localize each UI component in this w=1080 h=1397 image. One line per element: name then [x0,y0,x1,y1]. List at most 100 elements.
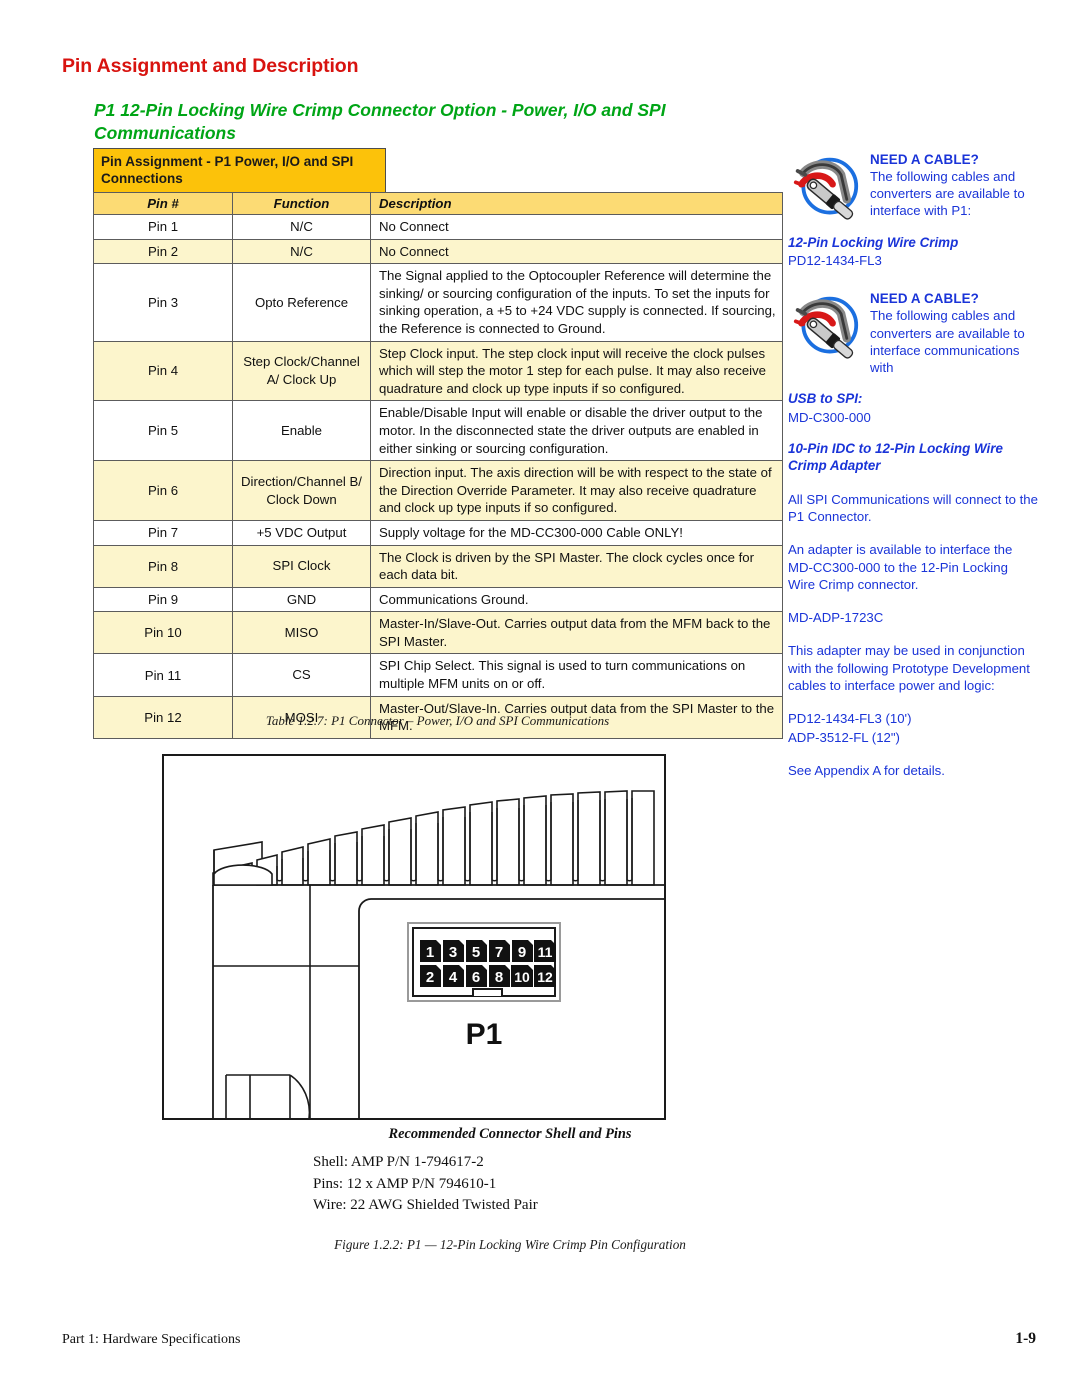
cell-pin: Pin 2 [93,238,233,265]
cable-connector-icon [788,154,864,222]
callout-text: The following cables and converters are … [870,169,1025,219]
svg-text:5: 5 [472,944,480,961]
connector-figure: 1 3 5 7 9 11 2 4 6 8 10 12 P1 [162,754,666,1120]
adapter-heading: 10-Pin IDC to 12-Pin Locking Wire Crimp … [788,440,1003,474]
page-title: Pin Assignment and Description [62,55,359,77]
table-row: Pin 8 SPI Clock The Clock is driven by the… [93,544,783,588]
cell-function: SPI Clock [232,544,371,588]
table-row: Pin 1 N/C No Connect [93,214,783,240]
document-page: Pin Assignment and Description P1 12-Pin… [0,0,1080,1397]
svg-text:9: 9 [518,944,526,961]
column-header-description: Description [370,192,783,215]
column-header-function: Function [232,192,371,215]
table-header-row: Pin # Function Description [93,192,783,215]
cell-description: No Connect [370,214,783,240]
cell-description: Communications Ground. [370,586,783,613]
shell-line: Shell: AMP P/N 1-794617-2 [313,1154,484,1170]
cell-function: GND [232,586,371,613]
sidebar-paragraph: An adapter is available to interface the… [788,542,1013,592]
table-row: Pin 3 Opto Reference The Signal applied to… [93,263,783,342]
cell-function: N/C [232,238,371,265]
shell-line: Pins: 12 x AMP P/N 794610-1 [313,1175,497,1192]
svg-text:7: 7 [495,944,503,961]
table-row: Pin 11 CS SPI Chip Select. This signal is … [93,653,783,697]
cell-description: Direction input. The axis direction will… [370,460,783,521]
cell-description: No Connect [370,238,783,265]
cell-pin: Pin 8 [93,544,233,588]
sidebar-paragraph: All SPI Communications will connect to t… [788,491,1038,524]
svg-text:8: 8 [495,969,503,986]
pin-assignment-table: Pin # Function Description Pin 1 N/C No Co… [93,192,783,739]
callout-body: NEED A CABLE? The following cables and c… [870,152,1038,220]
sidebar-paragraph: This adapter may be used in conjunction … [788,643,1030,694]
cell-pin: Pin 5 [93,400,233,462]
cell-function: N/C [232,214,371,240]
cell-pin: Pin 11 [93,653,233,697]
pin-assignment-table-wrapper: Pin Assignment - P1 Power, I/O and SPI C… [93,148,783,739]
cell-description: SPI Chip Select. This signal is used to … [370,653,783,697]
section-subtitle: P1 12-Pin Locking Wire Crimp Connector O… [94,100,666,143]
table-row: Pin 4 Step Clock/Channel A/ Clock Up Step … [93,340,783,402]
svg-text:3: 3 [449,944,457,961]
cell-description: The Clock is driven by the SPI Master. T… [370,544,783,588]
svg-text:4: 4 [449,969,458,986]
svg-text:11: 11 [538,944,553,960]
cell-function: MISO [232,611,371,655]
cell-pin: Pin 10 [93,611,233,655]
page-number: 1-9 [1015,1330,1036,1347]
cable-list-item: PD12-1434-FL3 (10') [788,711,912,727]
cable-connector-icon [788,293,864,361]
need-a-cable-callout-2: NEED A CABLE? The following cables and c… [788,291,1038,376]
cell-pin: Pin 4 [93,340,233,402]
cell-function: +5 VDC Output [232,519,371,546]
cell-pin: Pin 9 [93,586,233,613]
need-a-cable-callout-1: NEED A CABLE? The following cables and c… [788,152,1038,220]
cell-description: Master-In/Slave-Out. Carries output data… [370,611,783,655]
column-header-pin: Pin # [93,192,233,215]
cell-description: The Signal applied to the Optocoupler Re… [370,263,783,342]
table-title: Pin Assignment - P1 Power, I/O and SPI C… [93,148,386,192]
cell-description: Supply voltage for the MD-CC300-000 Cabl… [370,519,783,546]
table-body: Pin 1 N/C No Connect Pin 2 N/C No Connect Pi… [93,214,783,739]
table-row: Pin 6 Direction/Channel B/ Clock Down Dire… [93,460,783,521]
cell-function: Opto Reference [232,263,371,342]
usb-to-spi-value: MD-C300-000 [788,409,871,425]
cell-pin: Pin 1 [93,214,233,240]
svg-text:1: 1 [426,944,434,961]
table-caption: Table 1.2.7: P1 Connector – Power, I/O a… [265,713,610,728]
usb-to-spi-title: USB to SPI: [788,391,863,407]
svg-text:6: 6 [472,969,480,986]
cell-function: Enable [232,400,371,462]
table-row: Pin 10 MISO Master-In/Slave-Out. Carries o… [93,611,783,655]
sidebar: NEED A CABLE? The following cables and c… [788,152,1038,779]
cable-list-item: ADP-3512-FL (12") [788,729,900,745]
callout-body: NEED A CABLE? The following cables and c… [870,291,1038,376]
recommended-shell-title: Recommended Connector Shell and Pins [388,1126,632,1142]
cable-item-title: 12-Pin Locking Wire Crimp [788,234,959,250]
svg-text:12: 12 [537,969,553,985]
cell-function: CS [232,653,371,697]
cell-description: Step Clock input. The step clock input w… [370,340,783,402]
callout-text: The following cables and converters are … [870,308,1025,375]
figure-caption: Figure 1.2.2: P1 — 12-Pin Locking Wire C… [334,1237,686,1252]
see-appendix-note: See Appendix A for details. [788,762,945,778]
svg-text:10: 10 [514,969,530,985]
cell-pin: Pin 6 [93,460,233,521]
callout-heading: NEED A CABLE? [870,291,979,307]
cable-item-value: PD12-1434-FL3 [788,253,882,269]
callout-heading: NEED A CABLE? [870,152,979,167]
table-row: Pin 7 +5 VDC Output Supply voltage for the… [93,519,783,546]
cell-pin: Pin 3 [93,263,233,342]
cell-function: Direction/Channel B/ Clock Down [232,460,371,521]
cell-function: Step Clock/Channel A/ Clock Up [232,340,371,402]
shell-line: Wire: 22 AWG Shielded Twisted Pair [313,1197,538,1213]
table-row: Pin 2 N/C No Connect [93,238,783,265]
table-row: Pin 9 GND Communications Ground. [93,586,783,613]
footer-text: Part 1: Hardware Specifications [62,1332,241,1347]
sidebar-part-number: MD-ADP-1723C [788,610,884,626]
table-row: Pin 5 Enable Enable/Disable Input will ena… [93,400,783,462]
svg-text:P1: P1 [466,1018,503,1051]
cell-description: Enable/Disable Input will enable or disa… [370,400,783,462]
recommended-shell-lines: Shell: AMP P/N 1-794617-2 Pins: 12 x AMP… [313,1152,538,1217]
cell-pin: Pin 7 [93,519,233,546]
